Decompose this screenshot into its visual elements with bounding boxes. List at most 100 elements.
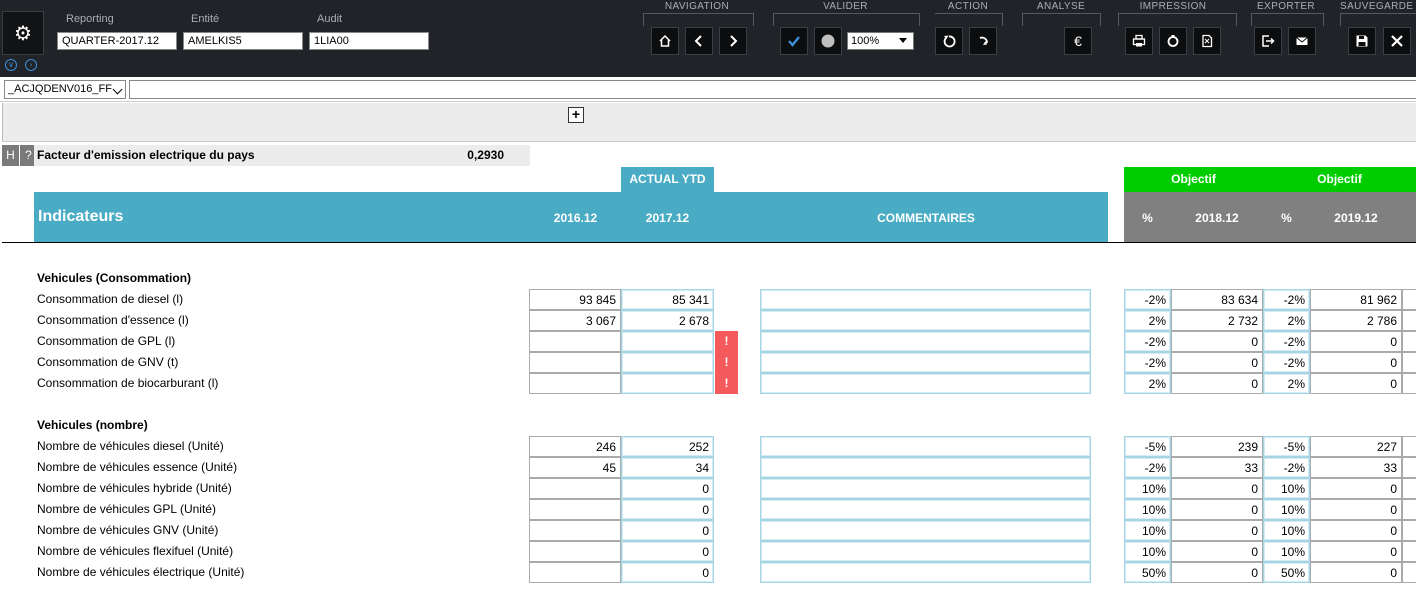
value-2016-cell[interactable]: 3 067 xyxy=(529,310,621,331)
pct-2018-cell[interactable]: -2% xyxy=(1124,352,1171,373)
comment-cell[interactable] xyxy=(760,289,1091,310)
euro-icon[interactable]: € xyxy=(1064,27,1092,55)
overflow-cell[interactable] xyxy=(1402,352,1416,373)
value-2018-cell[interactable]: 0 xyxy=(1171,541,1263,562)
value-2019-cell[interactable]: 0 xyxy=(1310,373,1402,394)
value-2017-cell[interactable]: 85 341 xyxy=(621,289,714,310)
pct-2019-cell[interactable]: -5% xyxy=(1263,436,1310,457)
comment-cell[interactable] xyxy=(760,436,1091,457)
overflow-cell[interactable] xyxy=(1402,457,1416,478)
warning-icon[interactable]: ! xyxy=(715,331,738,352)
pct-2018-cell[interactable]: 10% xyxy=(1124,541,1171,562)
pct-2019-cell[interactable]: 10% xyxy=(1263,520,1310,541)
pct-2018-cell[interactable]: 2% xyxy=(1124,310,1171,331)
check-icon[interactable] xyxy=(780,27,808,55)
value-2018-cell[interactable]: 0 xyxy=(1171,373,1263,394)
pct-2018-cell[interactable]: -2% xyxy=(1124,457,1171,478)
pct-2019-cell[interactable]: 2% xyxy=(1263,310,1310,331)
pct-2019-cell[interactable]: 50% xyxy=(1263,562,1310,583)
pct-2019-cell[interactable]: 2% xyxy=(1263,373,1310,394)
recycle-icon[interactable] xyxy=(1159,27,1187,55)
value-2017-cell[interactable] xyxy=(621,373,714,394)
pct-2018-cell[interactable]: 10% xyxy=(1124,478,1171,499)
value-2016-cell[interactable] xyxy=(529,499,621,520)
value-2016-cell[interactable] xyxy=(529,520,621,541)
value-2017-cell[interactable] xyxy=(621,352,714,373)
circle-icon[interactable] xyxy=(814,27,842,55)
value-2017-cell[interactable]: 0 xyxy=(621,478,714,499)
value-2016-cell[interactable]: 93 845 xyxy=(529,289,621,310)
redo-icon[interactable] xyxy=(969,27,997,55)
value-2016-cell[interactable] xyxy=(529,541,621,562)
value-2018-cell[interactable]: 33 xyxy=(1171,457,1263,478)
pct-2018-cell[interactable]: 10% xyxy=(1124,499,1171,520)
overflow-cell[interactable] xyxy=(1402,331,1416,352)
value-2017-cell[interactable]: 0 xyxy=(621,562,714,583)
overflow-cell[interactable] xyxy=(1402,499,1416,520)
pct-2019-cell[interactable]: -2% xyxy=(1263,352,1310,373)
value-2017-cell[interactable]: 252 xyxy=(621,436,714,457)
value-2018-cell[interactable]: 2 732 xyxy=(1171,310,1263,331)
value-2016-cell[interactable] xyxy=(529,562,621,583)
warning-icon[interactable]: ! xyxy=(715,373,738,394)
value-2018-cell[interactable]: 0 xyxy=(1171,352,1263,373)
value-2019-cell[interactable]: 0 xyxy=(1310,352,1402,373)
print-icon[interactable] xyxy=(1125,27,1153,55)
value-2017-cell[interactable]: 2 678 xyxy=(621,310,714,331)
overflow-cell[interactable] xyxy=(1402,520,1416,541)
value-2019-cell[interactable]: 0 xyxy=(1310,541,1402,562)
overflow-cell[interactable] xyxy=(1402,478,1416,499)
value-2018-cell[interactable]: 0 xyxy=(1171,499,1263,520)
home-icon[interactable] xyxy=(651,27,679,55)
overflow-cell[interactable] xyxy=(1402,289,1416,310)
pct-2018-cell[interactable]: -5% xyxy=(1124,436,1171,457)
value-2017-cell[interactable] xyxy=(621,331,714,352)
save-icon[interactable] xyxy=(1348,27,1376,55)
value-2017-cell[interactable]: 0 xyxy=(621,520,714,541)
comment-cell[interactable] xyxy=(760,373,1091,394)
value-2016-cell[interactable]: 246 xyxy=(529,436,621,457)
value-2017-cell[interactable]: 0 xyxy=(621,499,714,520)
next-icon[interactable] xyxy=(719,27,747,55)
overflow-cell[interactable] xyxy=(1402,562,1416,583)
export-icon[interactable] xyxy=(1254,27,1282,55)
audit-field[interactable]: 1LIA00 xyxy=(309,32,429,50)
pct-2018-cell[interactable]: -2% xyxy=(1124,331,1171,352)
value-2019-cell[interactable]: 81 962 xyxy=(1310,289,1402,310)
value-2018-cell[interactable]: 239 xyxy=(1171,436,1263,457)
prev-icon[interactable] xyxy=(685,27,713,55)
value-2019-cell[interactable]: 0 xyxy=(1310,478,1402,499)
collapse-icon[interactable]: ∨ xyxy=(5,59,17,71)
value-2018-cell[interactable]: 0 xyxy=(1171,478,1263,499)
value-2016-cell[interactable] xyxy=(529,331,621,352)
value-2016-cell[interactable] xyxy=(529,478,621,499)
comment-cell[interactable] xyxy=(760,562,1091,583)
value-2016-cell[interactable] xyxy=(529,373,621,394)
pct-2019-cell[interactable]: 10% xyxy=(1263,478,1310,499)
mail-icon[interactable] xyxy=(1288,27,1316,55)
pct-2019-cell[interactable]: -2% xyxy=(1263,457,1310,478)
value-2019-cell[interactable]: 227 xyxy=(1310,436,1402,457)
value-2018-cell[interactable]: 0 xyxy=(1171,331,1263,352)
pct-2018-cell[interactable]: 2% xyxy=(1124,373,1171,394)
comment-cell[interactable] xyxy=(760,499,1091,520)
value-2018-cell[interactable]: 0 xyxy=(1171,562,1263,583)
value-2017-cell[interactable]: 34 xyxy=(621,457,714,478)
value-2019-cell[interactable]: 0 xyxy=(1310,562,1402,583)
value-2016-cell[interactable] xyxy=(529,352,621,373)
pct-2019-cell[interactable]: 10% xyxy=(1263,499,1310,520)
zoom-select[interactable]: 100% xyxy=(847,32,914,50)
value-2019-cell[interactable]: 0 xyxy=(1310,331,1402,352)
pct-2018-cell[interactable]: 10% xyxy=(1124,520,1171,541)
value-2019-cell[interactable]: 0 xyxy=(1310,499,1402,520)
value-2019-cell[interactable]: 0 xyxy=(1310,520,1402,541)
pct-2019-cell[interactable]: -2% xyxy=(1263,289,1310,310)
undo-icon[interactable] xyxy=(935,27,963,55)
value-2017-cell[interactable]: 0 xyxy=(621,541,714,562)
value-2018-cell[interactable]: 0 xyxy=(1171,520,1263,541)
value-2016-cell[interactable]: 45 xyxy=(529,457,621,478)
sheet-select[interactable]: _ACJQDENV016_FF xyxy=(4,80,126,99)
formula-input[interactable] xyxy=(129,80,1416,99)
comment-cell[interactable] xyxy=(760,520,1091,541)
entite-field[interactable]: AMELKIS5 xyxy=(183,32,303,50)
